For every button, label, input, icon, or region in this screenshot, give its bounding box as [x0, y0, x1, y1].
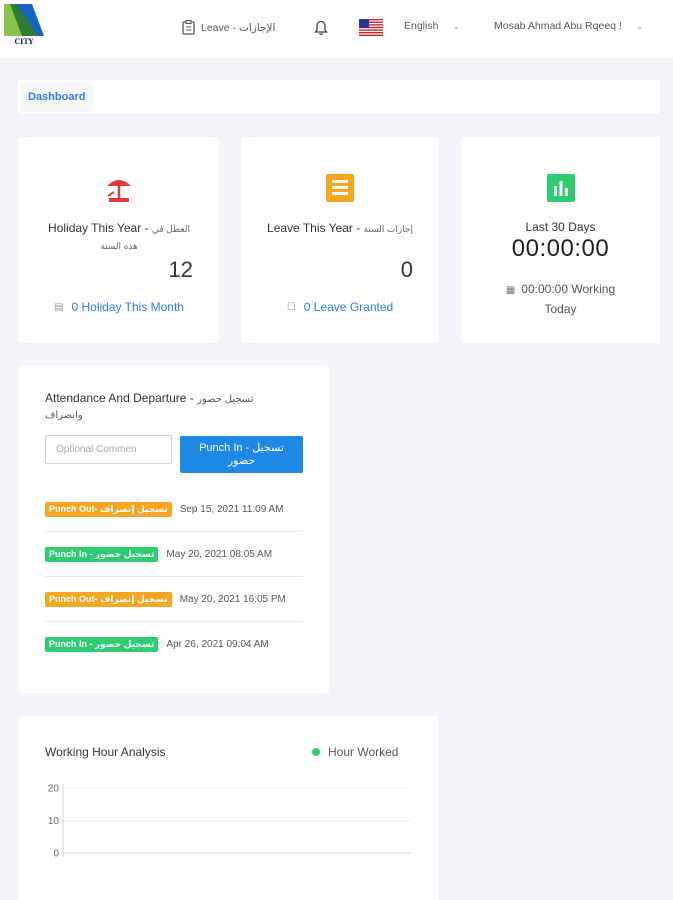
working-hour-chart-card: Working Hour Analysis Hour Worked 20 10 0: [19, 716, 439, 900]
working-today-label: 00:00:00 Working Today: [521, 282, 616, 316]
record-date: Sep 15, 2021 11:09 AM: [179, 503, 284, 515]
chart-title: Working Hour Analysis: [45, 745, 166, 759]
leave-menu[interactable]: Leave - الإجازات: [182, 20, 275, 35]
user-name: Mosab Ahmad Abu Rqeeq !: [494, 20, 622, 32]
leave-granted-label: 0 Leave Granted: [303, 300, 394, 314]
document-list-icon: [326, 174, 354, 202]
holiday-title: Holiday This Year - العطل في هذه السنة: [45, 220, 193, 254]
punch-out-badge: Punch Out- تسجيل إنصراف: [45, 591, 172, 607]
punch-out-badge: Punch Out- تسجيل إنصراف: [45, 501, 172, 517]
clipboard-icon: [182, 20, 195, 35]
user-menu[interactable]: Mosab Ahmad Abu Rqeeq ! ⌄: [494, 20, 643, 32]
attendance-card: Attendance And Departure - تسجيل حضور وا…: [19, 365, 329, 693]
optional-comment-input[interactable]: [45, 435, 172, 464]
chart-legend[interactable]: Hour Worked: [312, 745, 398, 759]
leave-card: Leave This Year - إجازات السنة 0 ☐ 0 Lea…: [241, 137, 439, 343]
last-30-days-card: Last 30 Days 00:00:00 ▦ 00:00:00 Working …: [461, 137, 660, 343]
leave-granted-link[interactable]: ☐ 0 Leave Granted: [241, 300, 439, 314]
leave-menu-label: Leave - الإجازات: [201, 21, 276, 34]
holiday-title-en: Holiday This Year -: [48, 221, 152, 235]
list-icon: ▤: [54, 301, 64, 313]
language-selector[interactable]: English ⌄: [404, 20, 460, 32]
city-logo[interactable]: CITY: [2, 2, 46, 46]
punch-in-badge: Punch In - تسجيل حضور: [45, 546, 159, 562]
attendance-title-en: Attendance And Departure -: [45, 391, 198, 405]
attendance-record: Punch Out- تسجيل إنصراف May 20, 2021 16:…: [45, 577, 303, 622]
breadcrumb-dashboard[interactable]: Dashboard: [20, 82, 94, 112]
holiday-count: 12: [168, 257, 193, 282]
legend-label: Hour Worked: [328, 745, 399, 759]
bell-icon[interactable]: [314, 20, 328, 36]
y-tick-label: 10: [48, 816, 60, 827]
last-30-days-title: Last 30 Days: [525, 220, 596, 234]
record-date: May 20, 2021 16:05 PM: [179, 593, 286, 605]
logo-text: CITY: [14, 37, 34, 46]
legend-dot: [312, 748, 320, 756]
top-header: CITY Leave - الإجازات English ⌄ Mosab Ah…: [0, 0, 673, 58]
attendance-record: Punch In - تسجيل حضور Apr 26, 2021 09:04…: [45, 622, 303, 667]
leave-title-ar: إجازات السنة: [363, 224, 413, 234]
holiday-card: Holiday This Year - العطل في هذه السنة 1…: [19, 137, 219, 343]
attendance-record: Punch Out- تسجيل إنصراف Sep 15, 2021 11:…: [45, 487, 303, 532]
language-label: English: [404, 20, 439, 32]
leave-title-en: Leave This Year -: [267, 221, 364, 235]
leave-count: 0: [400, 257, 413, 282]
holiday-month-label: 0 Holiday This Month: [71, 300, 184, 314]
attendance-title: Attendance And Departure - تسجيل حضور وا…: [45, 391, 285, 423]
punch-in-button[interactable]: Punch In - تسجيل حضور: [180, 436, 303, 473]
work-timer: 00:00:00: [511, 235, 610, 262]
working-today: ▦ 00:00:00 Working Today: [491, 280, 630, 318]
chevron-down-icon: ⌄: [635, 20, 644, 31]
record-date: May 20, 2021 08:05 AM: [166, 548, 273, 560]
bookmark-icon: ☐: [286, 301, 296, 313]
y-tick-label: 0: [53, 849, 59, 860]
calendar-icon: ▦: [505, 285, 516, 296]
attendance-record: Punch In - تسجيل حضور May 20, 2021 08:05…: [45, 532, 303, 577]
bar-chart-icon: [546, 174, 575, 202]
beach-umbrella-icon: [107, 180, 131, 202]
us-flag-icon[interactable]: [359, 19, 383, 36]
punch-in-badge: Punch In - تسجيل حضور: [45, 637, 159, 652]
holiday-month-link[interactable]: ▤ 0 Holiday This Month: [19, 300, 219, 314]
leave-title: Leave This Year - إجازات السنة: [267, 220, 413, 237]
breadcrumb: Dashboard: [18, 80, 660, 114]
y-tick-label: 20: [48, 784, 60, 795]
working-hour-chart: 20 10 0: [48, 784, 411, 860]
chevron-down-icon: ⌄: [452, 20, 460, 31]
record-date: Apr 26, 2021 09:04 AM: [166, 639, 269, 650]
